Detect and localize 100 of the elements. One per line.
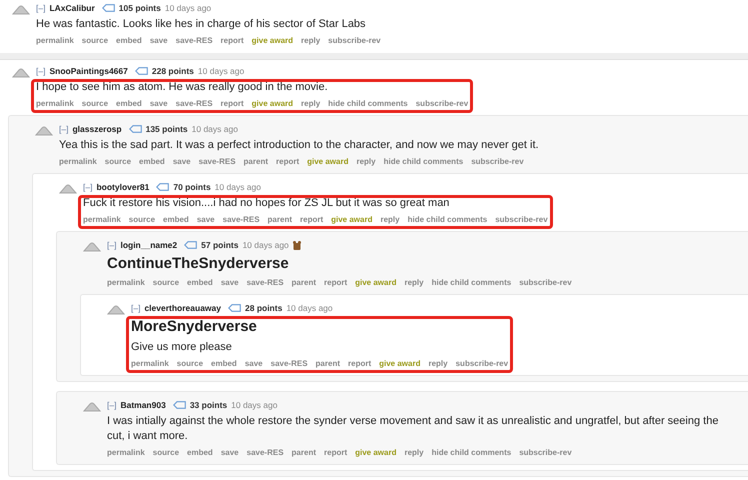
action-link[interactable]: save-RES — [176, 35, 213, 47]
action-link[interactable]: subscribe-rev — [471, 156, 524, 168]
upvote-icon[interactable] — [59, 184, 77, 194]
action-link[interactable]: source — [176, 358, 204, 370]
action-link[interactable]: parent — [244, 156, 268, 168]
collapse-toggle[interactable]: [–] — [83, 181, 92, 193]
give-award-link[interactable]: give award — [379, 358, 420, 370]
author-name[interactable]: LAxCalibur — [49, 2, 95, 14]
action-link[interactable]: report — [300, 214, 324, 226]
action-link[interactable]: embed — [187, 447, 213, 459]
action-link[interactable]: report — [348, 358, 372, 370]
author-name[interactable]: Batman903 — [120, 399, 166, 411]
upvote-icon[interactable] — [12, 68, 30, 78]
action-link[interactable]: hide child comments — [384, 156, 464, 168]
action-link[interactable]: save — [150, 35, 168, 47]
action-link[interactable]: save-RES — [222, 214, 260, 226]
action-link[interactable]: subscribe-rev — [456, 358, 508, 370]
action-link[interactable]: permalink — [36, 98, 74, 110]
give-award-link[interactable]: give award — [252, 98, 294, 110]
action-link[interactable]: reply — [356, 156, 376, 168]
author-name[interactable]: login__name2 — [120, 239, 178, 251]
tag-icon — [156, 183, 170, 191]
action-link[interactable]: parent — [316, 358, 340, 370]
action-link[interactable]: save — [220, 277, 239, 289]
action-link[interactable]: save-RES — [246, 277, 284, 289]
give-award-link[interactable]: give award — [252, 35, 294, 47]
action-link[interactable]: embed — [116, 35, 142, 47]
action-link[interactable]: report — [276, 156, 300, 168]
collapse-toggle[interactable]: [–] — [131, 302, 140, 314]
action-link[interactable]: hide child comments — [432, 447, 512, 459]
upvote-icon[interactable] — [12, 5, 30, 15]
action-link[interactable]: reply — [301, 98, 320, 110]
action-link[interactable]: permalink — [36, 35, 74, 47]
action-link[interactable]: source — [152, 447, 180, 459]
action-link[interactable]: parent — [292, 277, 316, 289]
action-link[interactable]: save-RES — [270, 358, 308, 370]
give-award-link[interactable]: give award — [355, 277, 396, 289]
points-count: 57 points — [201, 239, 238, 251]
action-link[interactable]: subscribe-rev — [328, 35, 381, 47]
action-link[interactable]: reply — [380, 214, 400, 226]
action-link[interactable]: permalink — [107, 447, 145, 459]
collapse-toggle[interactable]: [–] — [107, 239, 116, 251]
action-link[interactable]: hide child comments — [432, 277, 512, 289]
action-link[interactable]: embed — [187, 277, 213, 289]
points-count: 33 points — [190, 399, 228, 411]
action-link[interactable]: report — [324, 447, 348, 459]
upvote-icon[interactable] — [83, 402, 101, 412]
action-link[interactable]: subscribe-rev — [519, 447, 572, 459]
action-link[interactable]: save-RES — [246, 447, 284, 459]
action-link[interactable]: parent — [268, 214, 292, 226]
action-link[interactable]: embed — [139, 156, 165, 168]
action-link[interactable]: reply — [404, 447, 424, 459]
upvote-icon[interactable] — [35, 126, 53, 136]
upvote-icon[interactable] — [107, 305, 125, 315]
upvote-icon[interactable] — [83, 242, 101, 252]
collapse-toggle[interactable]: [–] — [107, 399, 116, 411]
action-link[interactable]: permalink — [59, 156, 97, 168]
action-link[interactable]: hide child comments — [328, 98, 408, 110]
author-name[interactable]: glasszerosp — [72, 123, 122, 135]
action-link[interactable]: source — [128, 214, 156, 226]
action-link[interactable]: report — [220, 35, 244, 47]
tag-icon — [128, 125, 142, 133]
action-link[interactable]: save — [150, 98, 168, 110]
action-link[interactable]: reply — [428, 358, 448, 370]
action-link[interactable]: save — [244, 358, 263, 370]
collapse-toggle[interactable]: [–] — [36, 65, 46, 77]
action-link[interactable]: embed — [211, 358, 237, 370]
author-name[interactable]: cleverthoreauaway — [144, 302, 221, 314]
action-link[interactable]: permalink — [107, 277, 145, 289]
collapse-toggle[interactable]: [–] — [59, 123, 68, 135]
collapse-toggle[interactable]: [–] — [36, 2, 46, 14]
action-link[interactable]: reply — [301, 35, 320, 47]
action-link[interactable]: source — [82, 98, 108, 110]
action-link[interactable]: subscribe-rev — [495, 214, 548, 226]
action-link[interactable]: source — [82, 35, 108, 47]
give-award-link[interactable]: give award — [307, 156, 348, 168]
action-link[interactable]: reply — [404, 277, 424, 289]
author-name[interactable]: bootylover81 — [96, 181, 150, 193]
action-link[interactable]: report — [324, 277, 348, 289]
action-link[interactable]: hide child comments — [408, 214, 488, 226]
action-link[interactable]: save — [196, 214, 215, 226]
author-name[interactable]: SnooPaintings4667 — [49, 65, 128, 77]
action-link[interactable]: subscribe-rev — [416, 98, 468, 110]
action-link[interactable]: report — [220, 98, 244, 110]
comment-text: Give us more please — [131, 340, 233, 355]
action-link[interactable]: embed — [116, 98, 142, 110]
give-award-link[interactable]: give award — [331, 214, 372, 226]
action-link[interactable]: embed — [163, 214, 189, 226]
give-award-link[interactable]: give award — [355, 447, 396, 459]
action-link[interactable]: permalink — [131, 358, 169, 370]
action-link[interactable]: permalink — [83, 214, 121, 226]
action-link[interactable]: save-RES — [176, 98, 213, 110]
action-link[interactable]: save-RES — [198, 156, 236, 168]
action-link[interactable]: parent — [292, 447, 316, 459]
action-link[interactable]: source — [104, 156, 132, 168]
comment-text: I hope to see him as atom. He was really good in the movie. — [36, 80, 329, 95]
action-link[interactable]: save — [220, 447, 239, 459]
action-link[interactable]: save — [172, 156, 191, 168]
action-link[interactable]: source — [152, 277, 180, 289]
action-link[interactable]: subscribe-rev — [519, 277, 572, 289]
